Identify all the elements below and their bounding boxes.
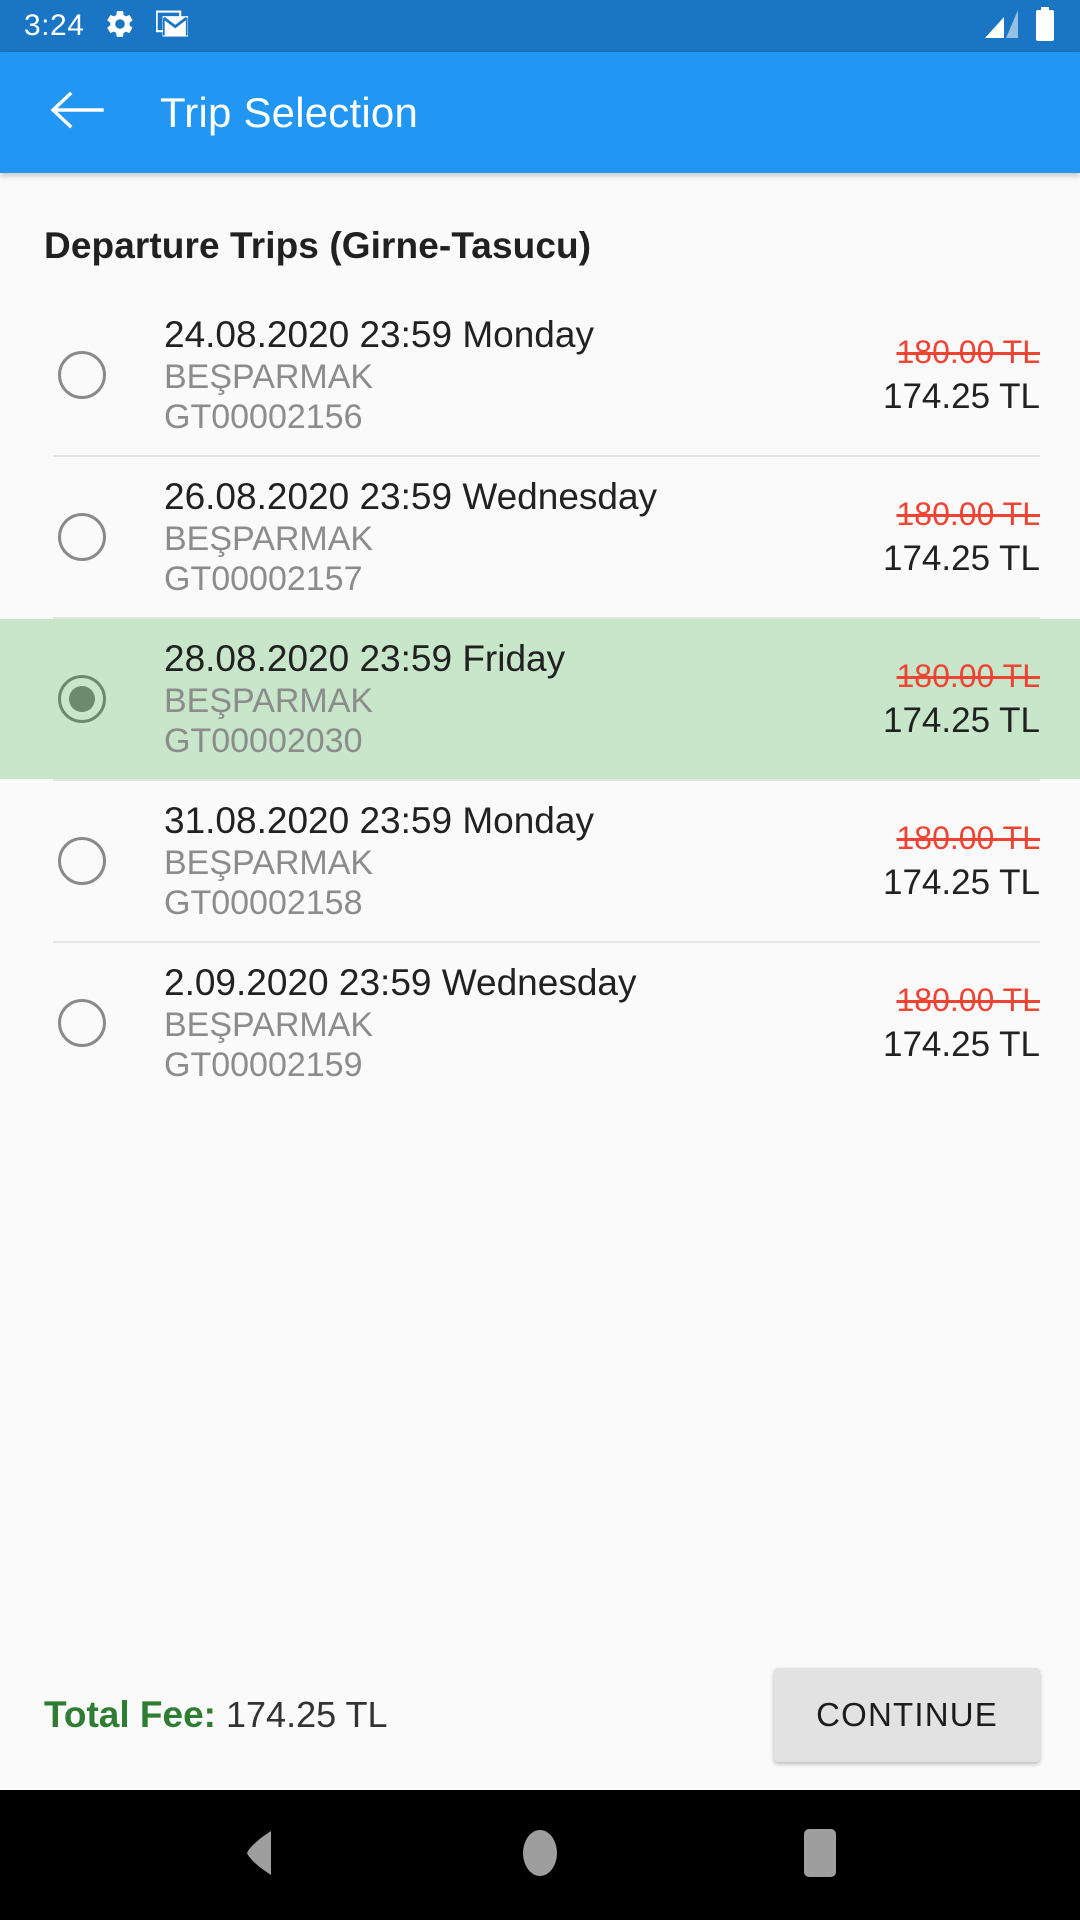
trip-list: 24.08.2020 23:59 Monday BEŞPARMAK GT0000… — [0, 295, 1080, 1103]
page-title: Trip Selection — [160, 88, 419, 136]
trip-details: 2.09.2020 23:59 Wednesday BEŞPARMAK GT00… — [164, 961, 782, 1085]
radio-button-selected-icon[interactable] — [58, 675, 106, 723]
nav-back-icon — [237, 1828, 283, 1883]
total-fee-value: 174.25 TL — [226, 1694, 388, 1735]
nav-back-button[interactable] — [205, 1800, 315, 1910]
status-clock: 3:24 — [24, 9, 85, 42]
trip-row-selected[interactable]: 28.08.2020 23:59 Friday BEŞPARMAK GT0000… — [0, 619, 1080, 779]
trip-row[interactable]: 24.08.2020 23:59 Monday BEŞPARMAK GT0000… — [0, 295, 1080, 455]
trip-code: GT00002030 — [164, 721, 363, 760]
radio-button-icon[interactable] — [58, 513, 106, 561]
trip-price: 180.00 TL 174.25 TL — [782, 493, 1040, 582]
app-screen: 3:24 Trip Selection Departure Trips (Gir… — [0, 0, 1080, 1920]
radio-button-icon[interactable] — [58, 837, 106, 885]
trip-vessel: BEŞPARMAK — [164, 519, 374, 558]
trip-code: GT00002156 — [164, 397, 363, 436]
continue-button[interactable]: CONTINUE — [774, 1668, 1040, 1762]
trip-code: GT00002159 — [164, 1045, 363, 1084]
price-discounted: 174.25 TL — [883, 700, 1040, 740]
status-bar-right — [982, 6, 1056, 46]
trip-price: 180.00 TL 174.25 TL — [782, 331, 1040, 420]
trip-row[interactable]: 2.09.2020 23:59 Wednesday BEŞPARMAK GT00… — [0, 943, 1080, 1103]
status-bar: 3:24 — [0, 0, 1080, 52]
back-arrow-icon — [48, 87, 104, 138]
signal-icon — [982, 8, 1020, 45]
trip-radio-cell[interactable] — [0, 999, 164, 1047]
price-original: 180.00 TL — [896, 333, 1040, 370]
section-title: Departure Trips (Girne-Tasucu) — [44, 225, 592, 266]
price-discounted: 174.25 TL — [883, 538, 1040, 578]
app-bar: Trip Selection — [0, 52, 1080, 173]
nav-recents-icon — [800, 1827, 840, 1884]
trip-datetime: 2.09.2020 23:59 Wednesday — [164, 962, 637, 1004]
total-fee-label: Total Fee: — [44, 1694, 216, 1735]
trip-vessel: BEŞPARMAK — [164, 357, 374, 396]
trip-vessel: BEŞPARMAK — [164, 1005, 374, 1044]
trip-datetime: 26.08.2020 23:59 Wednesday — [164, 476, 658, 518]
trip-radio-cell[interactable] — [0, 837, 164, 885]
price-discounted: 174.25 TL — [883, 1024, 1040, 1064]
trip-details: 26.08.2020 23:59 Wednesday BEŞPARMAK GT0… — [164, 475, 782, 599]
battery-icon — [1034, 6, 1056, 46]
price-original: 180.00 TL — [896, 495, 1040, 532]
trip-datetime: 31.08.2020 23:59 Monday — [164, 800, 594, 842]
trip-code: GT00002158 — [164, 883, 363, 922]
radio-button-icon[interactable] — [58, 351, 106, 399]
total-fee: Total Fee: 174.25 TL — [44, 1694, 387, 1736]
trip-vessel: BEŞPARMAK — [164, 681, 374, 720]
trip-code: GT00002157 — [164, 559, 363, 598]
android-nav-bar — [0, 1790, 1080, 1920]
trip-price: 180.00 TL 174.25 TL — [782, 655, 1040, 744]
trip-price: 180.00 TL 174.25 TL — [782, 979, 1040, 1068]
status-bar-left: 3:24 — [24, 8, 190, 45]
trip-row[interactable]: 26.08.2020 23:59 Wednesday BEŞPARMAK GT0… — [0, 457, 1080, 617]
radio-button-icon[interactable] — [58, 999, 106, 1047]
nav-recents-button[interactable] — [765, 1800, 875, 1910]
gear-icon — [104, 8, 136, 45]
trip-datetime: 24.08.2020 23:59 Monday — [164, 314, 594, 356]
trip-radio-cell[interactable] — [0, 351, 164, 399]
trip-price: 180.00 TL 174.25 TL — [782, 817, 1040, 906]
trip-row[interactable]: 31.08.2020 23:59 Monday BEŞPARMAK GT0000… — [0, 781, 1080, 941]
nav-home-button[interactable] — [485, 1800, 595, 1910]
price-discounted: 174.25 TL — [883, 376, 1040, 416]
bottom-bar: Total Fee: 174.25 TL CONTINUE — [0, 1640, 1080, 1790]
trip-details: 28.08.2020 23:59 Friday BEŞPARMAK GT0000… — [164, 637, 782, 761]
trip-radio-cell[interactable] — [0, 675, 164, 723]
main-content: Departure Trips (Girne-Tasucu) 24.08.202… — [0, 173, 1080, 1640]
price-original: 180.00 TL — [896, 819, 1040, 856]
trip-radio-cell[interactable] — [0, 513, 164, 561]
back-button[interactable] — [44, 81, 108, 145]
price-original: 180.00 TL — [896, 657, 1040, 694]
price-original: 180.00 TL — [896, 981, 1040, 1018]
trip-details: 24.08.2020 23:59 Monday BEŞPARMAK GT0000… — [164, 313, 782, 437]
price-discounted: 174.25 TL — [883, 862, 1040, 902]
trip-vessel: BEŞPARMAK — [164, 843, 374, 882]
gmail-icon — [155, 8, 190, 45]
nav-home-icon — [519, 1826, 561, 1885]
trip-datetime: 28.08.2020 23:59 Friday — [164, 638, 566, 680]
trip-details: 31.08.2020 23:59 Monday BEŞPARMAK GT0000… — [164, 799, 782, 923]
